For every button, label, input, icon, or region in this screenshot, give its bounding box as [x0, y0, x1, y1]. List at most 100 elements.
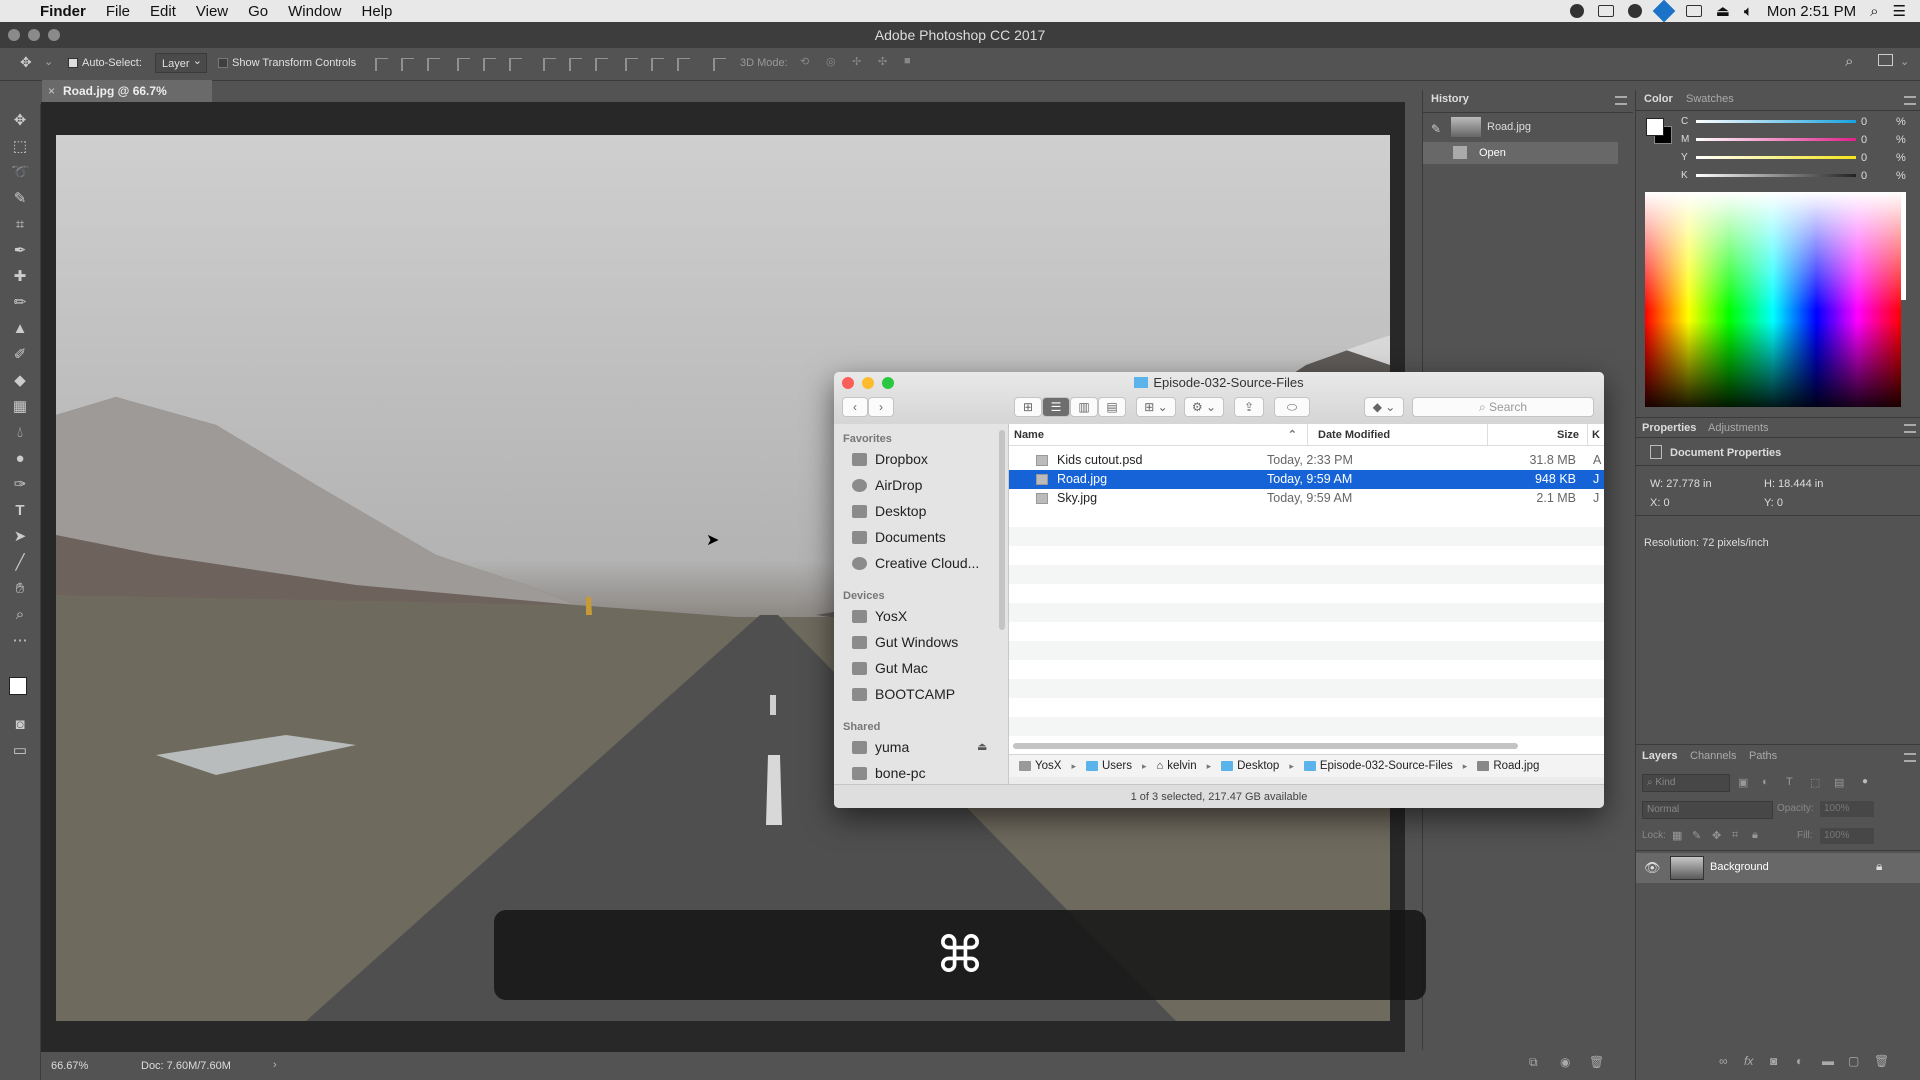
eye-visibility-icon[interactable]: 👁︎ [1644, 860, 1661, 876]
foreground-color-swatch[interactable] [9, 677, 27, 695]
layer-row-background[interactable]: 👁︎ Background 🔒︎ [1636, 853, 1920, 883]
lock-transparent-icon[interactable]: ▦ [1672, 829, 1682, 842]
list-view-button[interactable]: ☰ [1042, 397, 1070, 417]
sidebar-item-yosx[interactable]: YosX [852, 605, 907, 627]
sidebar-item-documents[interactable]: Documents [852, 526, 946, 548]
adjustment-layer-icon[interactable]: ◐ [1796, 1054, 1803, 1068]
3d-scale-icon[interactable]: ■ [904, 55, 911, 67]
color-tab[interactable]: Color [1644, 93, 1673, 105]
path-item-yosx[interactable]: YosX ▸ [1019, 760, 1076, 772]
slider-m-value[interactable]: 0 [1861, 134, 1883, 146]
color-spectrum[interactable] [1645, 192, 1901, 407]
crop-tool-icon[interactable]: ⌗ [11, 216, 29, 234]
slider-c[interactable] [1696, 120, 1856, 123]
forward-button[interactable]: › [868, 397, 894, 417]
eject-icon[interactable]: ⏏ [1716, 2, 1730, 20]
eject-icon[interactable]: ⏏ [977, 740, 987, 753]
snapshot-thumbnail[interactable] [1451, 117, 1481, 137]
color-foreground-swatch[interactable] [1646, 118, 1664, 136]
paths-tab[interactable]: Paths [1749, 750, 1777, 762]
brush-tool-icon[interactable]: ✏ [11, 294, 29, 312]
type-tool-icon[interactable]: T [11, 502, 29, 520]
icon-view-button[interactable]: ⊞ [1014, 397, 1042, 417]
doc-height[interactable]: H: 18.444 in [1764, 478, 1823, 490]
snapshot-label[interactable]: Road.jpg [1487, 121, 1531, 133]
lock-all-icon[interactable]: 🔒︎ [1752, 829, 1758, 842]
column-view-button[interactable]: ▥ [1070, 397, 1098, 417]
layer-thumbnail[interactable] [1670, 856, 1704, 880]
distribute-top-icon[interactable] [543, 58, 556, 71]
pen-tool-icon[interactable]: ✑ [11, 476, 29, 494]
screen-mode-icon[interactable]: ▭ [11, 742, 29, 760]
eraser-tool-icon[interactable]: ◆ [11, 372, 29, 390]
properties-menu-icon[interactable] [1904, 424, 1916, 433]
new-layer-icon[interactable]: ▢ [1848, 1054, 1859, 1068]
distribute-vcenter-icon[interactable] [569, 58, 582, 71]
history-menu-icon[interactable] [1615, 96, 1627, 105]
fx-icon[interactable]: fx [1744, 1054, 1753, 1068]
dodge-tool-icon[interactable]: ● [11, 450, 29, 468]
notification-icon[interactable]: ☰ [1893, 2, 1906, 20]
3d-slide-icon[interactable]: ✣ [878, 55, 887, 68]
show-transform-checkbox[interactable]: Show Transform Controls [218, 57, 356, 69]
search-icon[interactable]: ⌕ [1845, 53, 1853, 70]
marquee-tool-icon[interactable]: ⬚ [11, 138, 29, 156]
adjustments-tab[interactable]: Adjustments [1708, 422, 1769, 434]
workspace-icon[interactable] [1878, 54, 1893, 66]
path-item-desktop[interactable]: Desktop ▸ [1221, 760, 1294, 772]
zoom-level[interactable]: 66.67% [51, 1060, 88, 1072]
add-mask-icon[interactable]: ◙ [1770, 1054, 1777, 1068]
spotlight-icon[interactable]: ⌕ [1870, 3, 1878, 20]
sidebar-item-dropbox[interactable]: Dropbox [852, 448, 928, 470]
filter-type-icon[interactable]: T [1786, 776, 1793, 788]
filter-adjustment-icon[interactable]: ◐ [1762, 776, 1769, 788]
layers-menu-icon[interactable] [1904, 753, 1916, 762]
history-tab[interactable]: History [1431, 93, 1469, 105]
sidebar-item-bootcamp[interactable]: BOOTCAMP [852, 683, 955, 705]
path-item-road-jpg[interactable]: Road.jpg [1477, 760, 1539, 772]
column-header-name[interactable]: Name ⌃ [1009, 424, 1308, 446]
menu-edit[interactable]: Edit [140, 3, 186, 20]
horizontal-scrollbar[interactable] [1013, 743, 1518, 749]
opacity-input[interactable]: 100% [1820, 801, 1874, 817]
action-gear-button[interactable]: ⚙ ⌄ [1184, 397, 1224, 417]
align-vcenter-icon[interactable] [401, 58, 414, 71]
history-step[interactable]: Open [1423, 142, 1618, 164]
gradient-tool-icon[interactable]: ▦ [11, 398, 29, 416]
menu-go[interactable]: Go [238, 3, 278, 20]
auto-select-dropdown[interactable]: Layer [155, 51, 207, 73]
dropbox-toolbar-button[interactable]: ◆ ⌄ [1364, 397, 1404, 417]
column-header-date[interactable]: Date Modified [1308, 424, 1488, 446]
new-document-from-state-icon[interactable]: ⧉ [1529, 1055, 1538, 1070]
column-header-kind[interactable]: K [1588, 424, 1604, 446]
align-hcenter-icon[interactable] [483, 58, 496, 71]
lock-artboard-icon[interactable]: ⌗ [1732, 829, 1738, 842]
layers-tab[interactable]: Layers [1642, 750, 1677, 762]
healing-brush-tool-icon[interactable]: ✚ [11, 268, 29, 286]
align-left-icon[interactable] [457, 58, 470, 71]
slider-c-value[interactable]: 0 [1861, 116, 1883, 128]
menu-help[interactable]: Help [352, 3, 403, 20]
align-bottom-icon[interactable] [427, 58, 440, 71]
tags-button[interactable]: ⬭ [1274, 397, 1310, 417]
status-menu-arrow-icon[interactable]: › [273, 1059, 277, 1071]
menu-app-name[interactable]: Finder [30, 3, 96, 20]
column-header-size[interactable]: Size [1488, 424, 1588, 446]
cover-flow-button[interactable]: ▤ [1098, 397, 1126, 417]
path-select-tool-icon[interactable]: ➤ [11, 528, 29, 546]
filter-smart-icon[interactable]: ▤ [1834, 776, 1844, 789]
new-snapshot-icon[interactable]: ◉ [1560, 1055, 1570, 1069]
delete-layer-icon[interactable]: 🗑︎ [1874, 1054, 1889, 1068]
quick-select-tool-icon[interactable]: ✎ [11, 190, 29, 208]
slider-k[interactable] [1696, 174, 1856, 177]
layer-name[interactable]: Background [1710, 861, 1769, 873]
arrange-button[interactable]: ⊞ ⌄ [1136, 397, 1176, 417]
filter-toggle-icon[interactable]: ● [1862, 776, 1868, 787]
tool-preset-chevron-icon[interactable]: ⌄ [44, 55, 53, 68]
3d-drag-icon[interactable]: ✢ [852, 55, 861, 68]
workspace-chevron-icon[interactable]: ⌄ [1900, 55, 1909, 68]
sidebar-item-bone-pc[interactable]: bone-pc [852, 762, 926, 784]
dropbox-icon[interactable] [1652, 0, 1676, 23]
auto-select-checkbox[interactable]: Auto-Select: [68, 57, 142, 69]
channels-tab[interactable]: Channels [1690, 750, 1736, 762]
